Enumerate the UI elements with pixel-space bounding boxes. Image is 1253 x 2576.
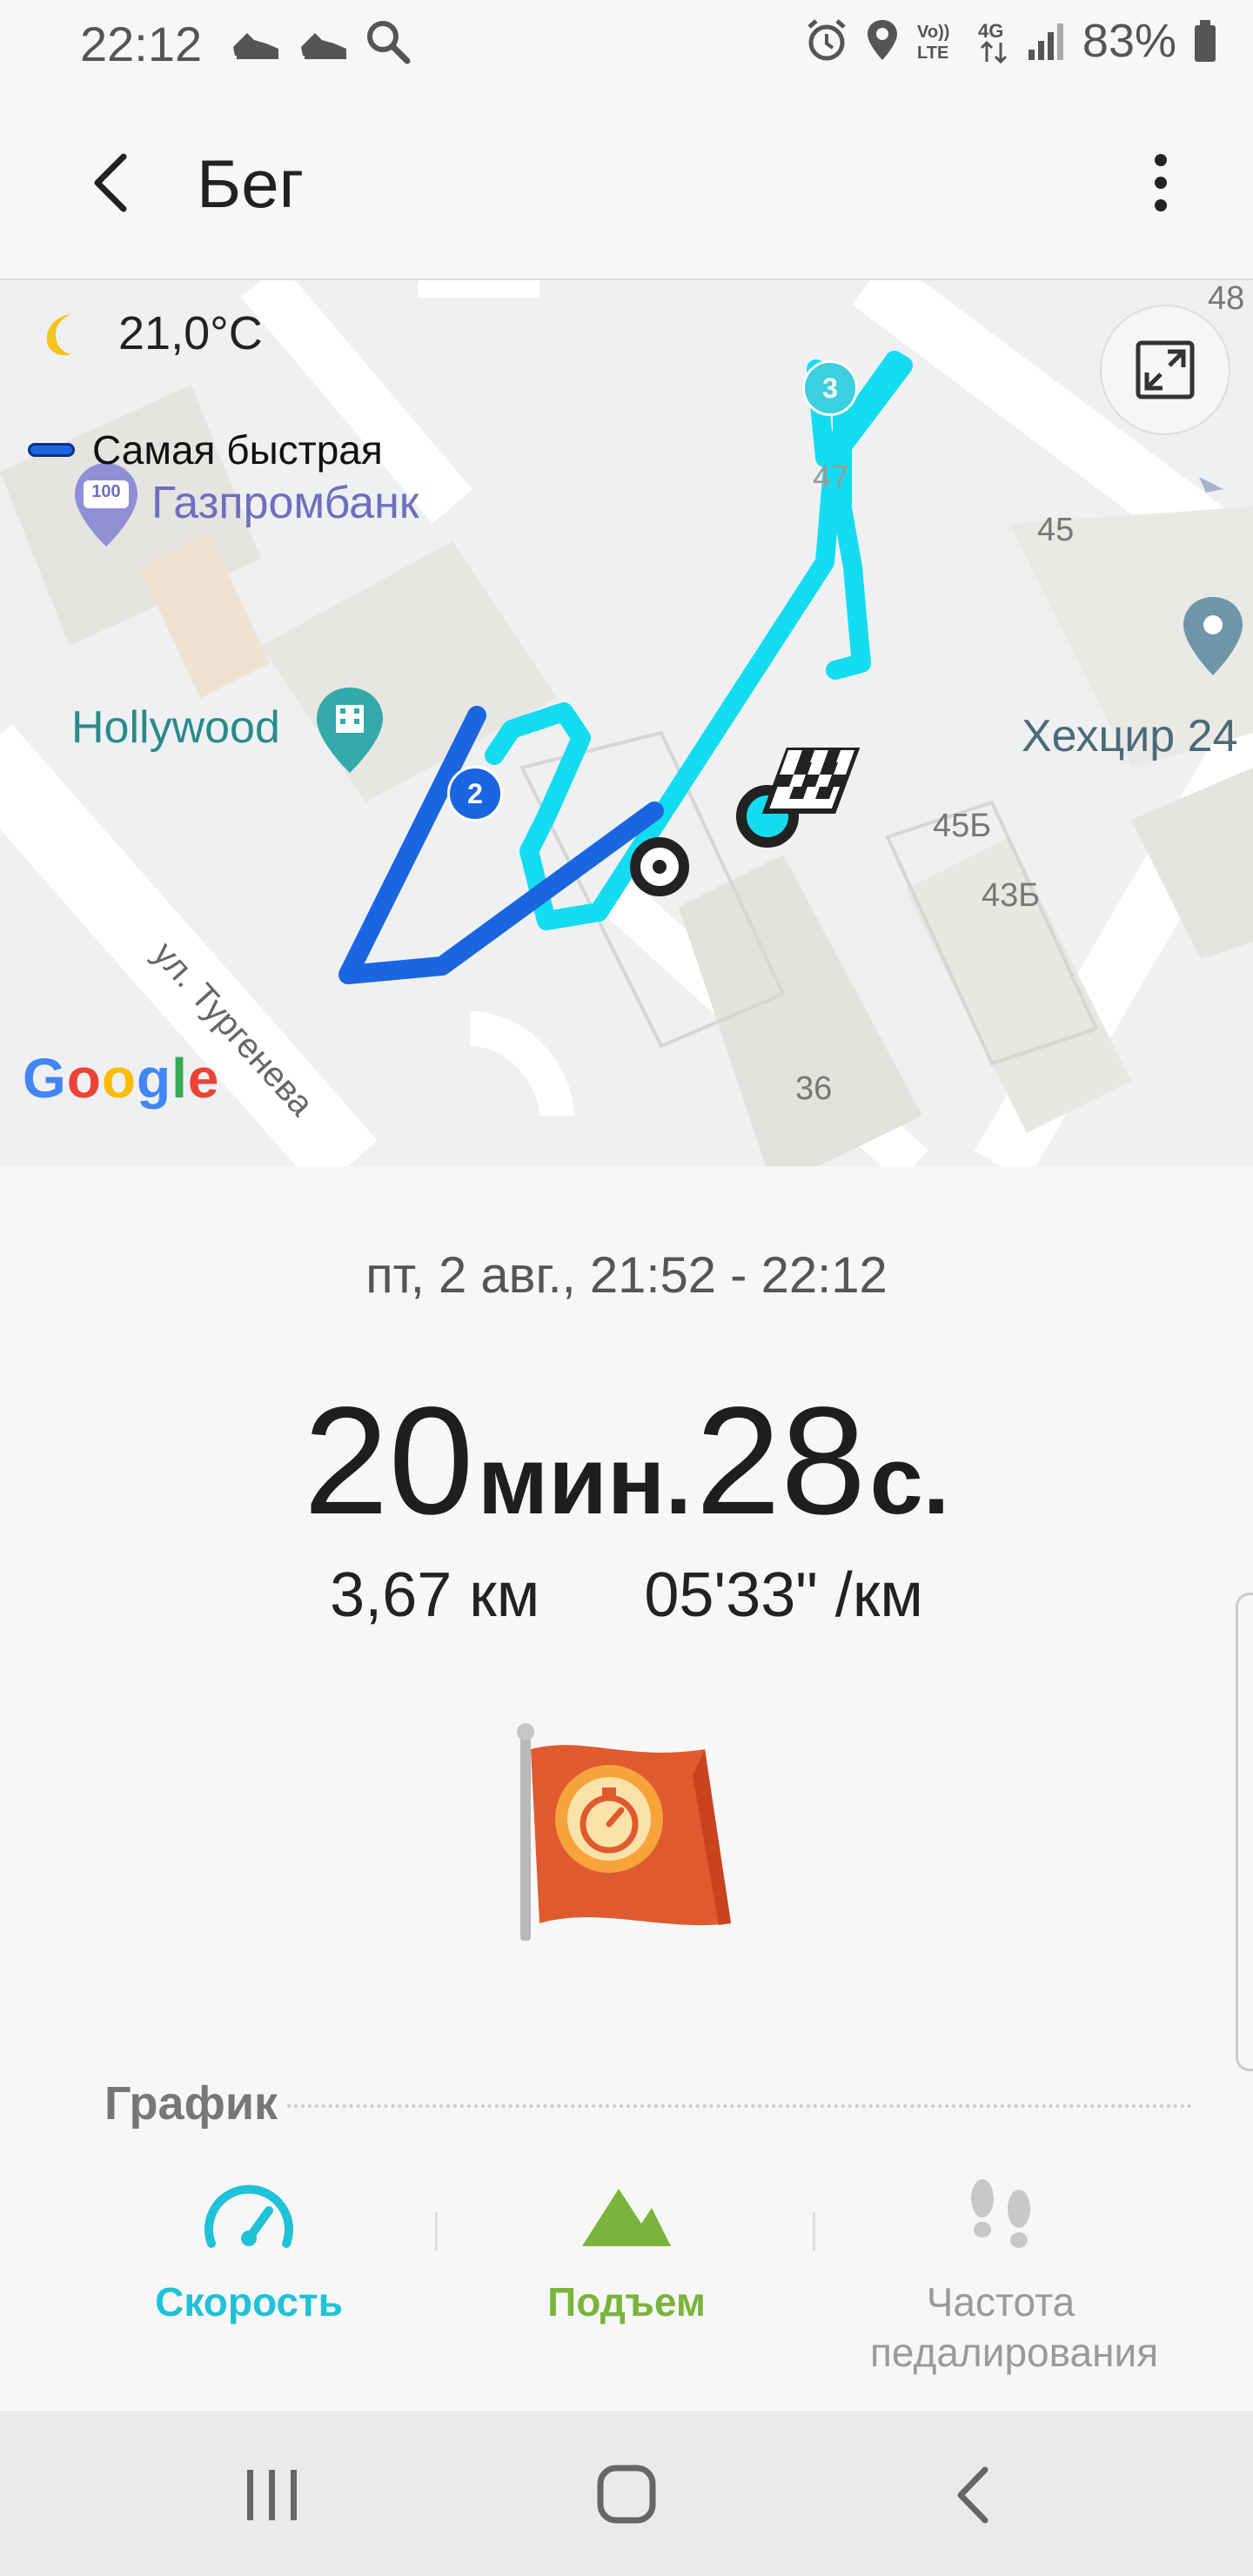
house-number: 36 [795, 1070, 833, 1107]
svg-text:LTE: LTE [917, 44, 948, 63]
home-button[interactable] [592, 2465, 661, 2526]
finish-flag-icon [761, 748, 861, 814]
shoe-icon [233, 33, 278, 59]
graph-divider [287, 2104, 1192, 2108]
achievement-flag-icon[interactable] [513, 1723, 740, 1949]
tab-cadence[interactable]: Частота педалирования [827, 2176, 1175, 2378]
expand-map-button[interactable] [1100, 305, 1230, 435]
back-button[interactable] [78, 148, 148, 218]
route-marker-3: 3 [802, 360, 858, 416]
route-map[interactable]: 2 3 21,0°C Самая быстрая 100 Газпромбанк… [0, 280, 1253, 1166]
fastest-label: Самая быстрая [92, 427, 383, 473]
speedometer-icon [204, 2184, 293, 2248]
alarm-icon [807, 19, 846, 61]
duration: 20 мин. 28 с. [0, 1373, 1253, 1549]
tab-elevation-label: Подъем [547, 2279, 706, 2324]
recent-apps-button[interactable] [242, 2465, 303, 2526]
more-vertical-icon [1155, 154, 1167, 211]
bank-badge: 100 [91, 482, 121, 501]
back-nav-icon [957, 2466, 988, 2524]
mountain-icon [582, 2189, 671, 2246]
4g-icon: 4G [978, 20, 1007, 64]
poi-bank-label[interactable]: Газпромбанк [151, 477, 419, 529]
tab-separator [435, 2212, 438, 2251]
page-title: Бег [197, 145, 305, 222]
volte-icon: Vo)) LTE [917, 23, 949, 63]
house-number: 43Б [982, 877, 1041, 914]
status-right: Vo)) LTE 4G 83% [804, 14, 1218, 68]
house-number: 47 [813, 460, 850, 496]
home-icon [597, 2465, 656, 2524]
house-number: 45Б [933, 808, 992, 844]
graph-metric-tabs: Скорость Подъем Частота педалирования [0, 2176, 1253, 2402]
pace: 05'33" /км [644, 1560, 923, 1630]
fastest-legend: Самая быстрая [28, 426, 383, 473]
duration-minutes-unit: мин. [477, 1427, 692, 1534]
poi-place-label[interactable]: Хехцир 24 [1022, 710, 1238, 762]
duration-seconds: 28 [695, 1376, 867, 1546]
more-options-button[interactable] [1143, 148, 1178, 218]
google-logo: Google [23, 1047, 220, 1110]
signal-icon [1028, 23, 1063, 60]
graph-section-title: График [104, 2077, 278, 2130]
duration-minutes: 20 [303, 1376, 474, 1546]
battery-icon [1195, 20, 1216, 62]
svg-text:4G: 4G [978, 20, 1003, 42]
search-icon [367, 21, 411, 64]
status-bar: 22:12 Vo)) LTE 4G 83% [0, 0, 1253, 87]
duration-seconds-unit: с. [869, 1427, 950, 1534]
tab-separator [813, 2212, 815, 2251]
back-nav-button[interactable] [948, 2465, 1001, 2526]
tab-elevation[interactable]: Подъем [452, 2176, 801, 2327]
battery-percent: 83% [1082, 15, 1176, 67]
tab-speed-label: Скорость [155, 2279, 343, 2324]
app-bar: Бег [0, 87, 1253, 280]
location-icon [867, 20, 897, 60]
session-date-range: пт, 2 авг., 21:52 - 22:12 [365, 1247, 888, 1304]
svg-text:Vo)): Vo)) [917, 23, 949, 42]
fastest-swatch [28, 443, 75, 457]
house-number: 48 [1208, 280, 1245, 317]
status-left-icons [228, 17, 412, 66]
scroll-handle[interactable] [1236, 1593, 1253, 2071]
status-time: 22:12 [80, 17, 203, 71]
distance: 3,67 км [330, 1560, 540, 1630]
back-arrow-icon [94, 153, 127, 212]
weather: 21,0°C [37, 306, 263, 360]
weather-temperature: 21,0°C [118, 307, 263, 359]
moon-icon [46, 314, 71, 356]
tab-speed[interactable]: Скорость [75, 2176, 423, 2327]
system-nav-bar [0, 2411, 1253, 2576]
expand-icon [1136, 340, 1195, 399]
footsteps-icon [971, 2179, 1030, 2248]
recent-apps-icon [247, 2470, 297, 2520]
shoe-icon [301, 33, 346, 59]
house-number: 45 [1037, 512, 1075, 548]
poi-cinema-label[interactable]: Hollywood [71, 701, 280, 754]
tab-cadence-label: Частота педалирования [870, 2279, 1159, 2375]
route-marker-2: 2 [447, 766, 503, 822]
metrics: 3,67 км 05'33" /км [0, 1560, 1253, 1631]
